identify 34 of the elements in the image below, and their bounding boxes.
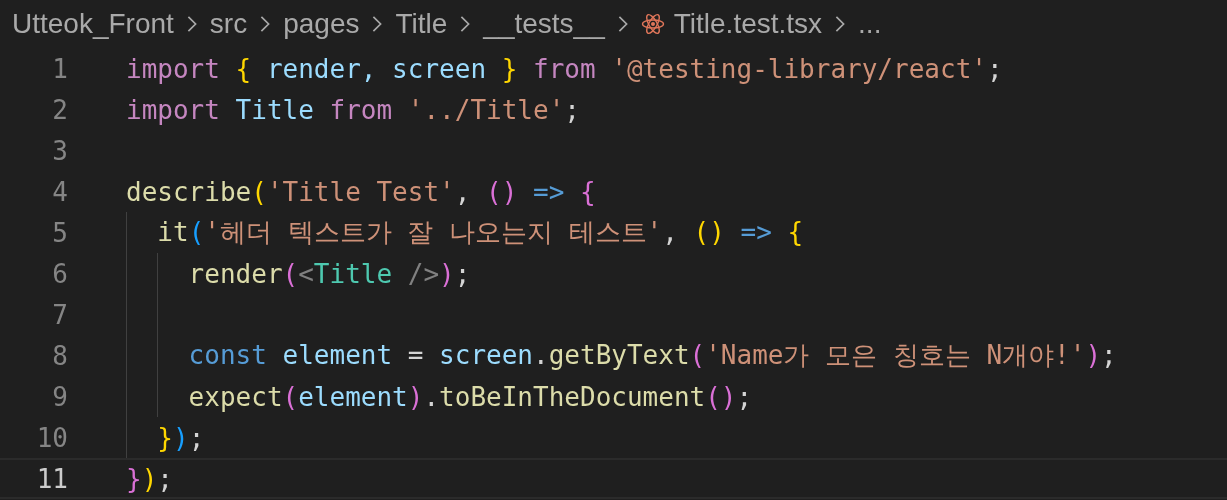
line-number: 8 xyxy=(51,340,68,371)
code-line: import { render, screen } from '@testing-library/react'; xyxy=(126,53,1003,84)
breadcrumb-item[interactable]: Title xyxy=(395,8,448,40)
line-number: 11 xyxy=(35,463,68,494)
atom-icon xyxy=(640,12,665,36)
line-number: 7 xyxy=(51,299,68,330)
breadcrumb-item[interactable]: Title.test.tsx xyxy=(673,8,823,40)
code-line: }); xyxy=(156,422,205,453)
line-number: 1 xyxy=(51,53,68,84)
chevron-icon xyxy=(259,14,272,34)
breadcrumb-item[interactable]: Utteok_Front xyxy=(12,8,174,40)
line-number: 4 xyxy=(51,176,68,207)
chevron-icon xyxy=(459,14,472,34)
line-number: 10 xyxy=(35,422,68,453)
line-number: 5 xyxy=(51,217,68,248)
code-line: expect(element).toBeInTheDocument(); xyxy=(187,381,753,412)
line-number: 2 xyxy=(51,94,68,125)
code-line: import Title from '../Title'; xyxy=(126,94,580,125)
breadcrumb-item[interactable]: ... xyxy=(858,8,882,40)
code-line: describe('Title Test', () => { xyxy=(126,176,596,207)
chevron-icon xyxy=(834,14,847,34)
line-number: 9 xyxy=(51,381,68,412)
chevron-icon xyxy=(371,14,384,34)
code-line: }); xyxy=(126,463,173,494)
breadcrumb-item[interactable]: src xyxy=(209,8,248,40)
chevron-icon xyxy=(616,14,629,34)
breadcrumb-item[interactable]: pages xyxy=(283,8,360,40)
code-line: it('헤더 텍스트가 잘 나오는지 테스트', () => { xyxy=(156,216,804,249)
code-line: render(<Title />); xyxy=(187,258,471,289)
code-line: const element = screen.getByText('Name가 모은 칭호는 N개야!'); xyxy=(187,339,1117,372)
chevron-icon xyxy=(185,14,198,34)
breadcrumb-item[interactable]: __tests__ xyxy=(483,8,605,40)
line-number: 3 xyxy=(51,135,68,166)
line-number: 6 xyxy=(51,258,68,289)
